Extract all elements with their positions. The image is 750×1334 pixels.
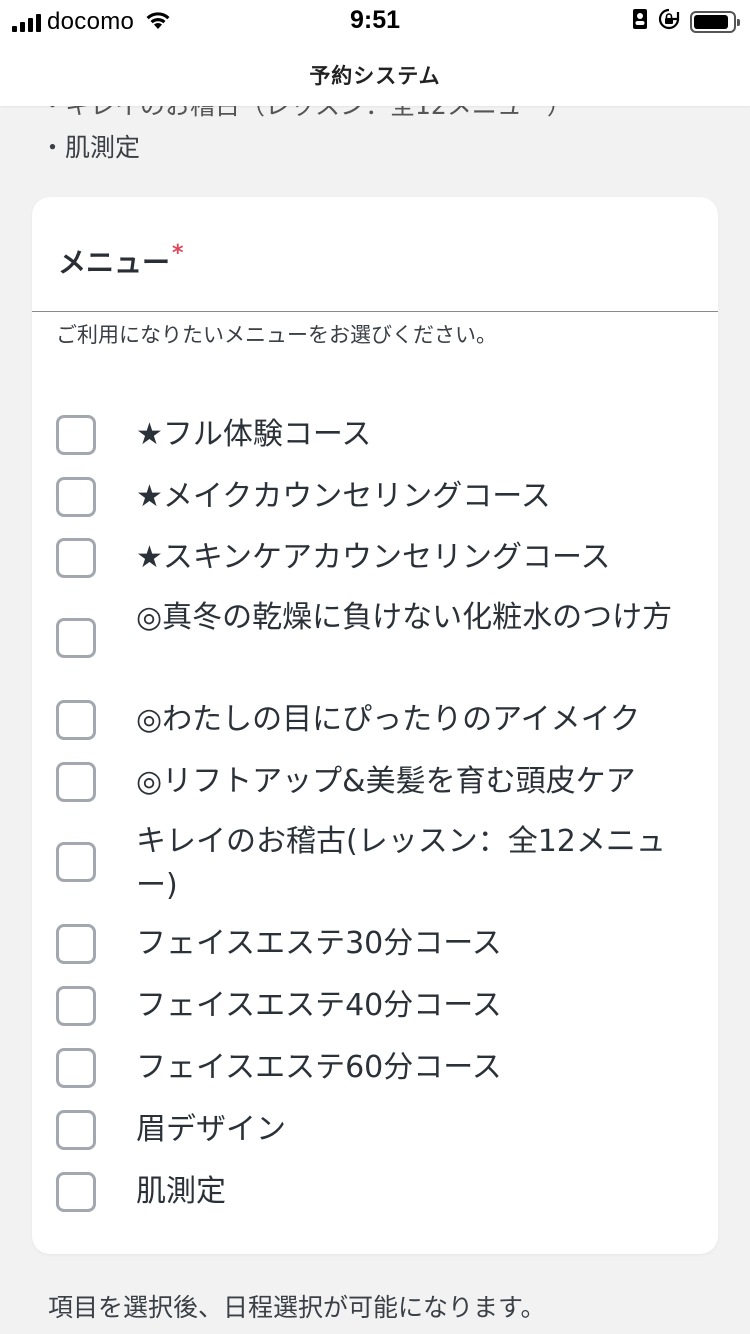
checkbox[interactable] [56, 477, 96, 517]
menu-option-label: ★フル体験コース [136, 417, 372, 452]
checkbox[interactable] [56, 415, 96, 455]
status-right [632, 8, 740, 35]
menu-option[interactable]: キレイのお稽古(レッスン：全12メニュー) [32, 824, 718, 903]
menu-option-label: ◎リフトアップ&美髪を育む頭皮ケア [136, 764, 636, 799]
menu-option-label: 眉デザイン [136, 1112, 286, 1147]
menu-option[interactable]: フェイスエステ60分コース [32, 1048, 718, 1088]
menu-option-label: フェイスエステ40分コース [136, 988, 502, 1023]
menu-card: メニュー* ご利用になりたいメニューをお選びください。 ★フル体験コース ★メイ… [32, 197, 718, 1254]
checkbox[interactable] [56, 618, 96, 658]
menu-option[interactable]: フェイスエステ40分コース [32, 986, 718, 1026]
menu-option-label: ★メイクカウンセリングコース [136, 479, 551, 514]
menu-option[interactable]: ★フル体験コース [32, 415, 718, 455]
menu-option[interactable]: ★メイクカウンセリングコース [32, 477, 718, 517]
checkbox[interactable] [56, 924, 96, 964]
menu-option-label: ◎真冬の乾燥に負けない化粧水のつけ方 [136, 600, 673, 635]
menu-option[interactable]: ◎真冬の乾燥に負けない化粧水のつけ方 [32, 600, 718, 658]
status-bar: docomo 9:51 [0, 0, 750, 44]
menu-option-label: キレイのお稽古(レッスン：全12メニュー) [136, 824, 666, 903]
checkbox[interactable] [56, 762, 96, 802]
footer-note: 項目を選択後、日程選択が可能になります。 [48, 1293, 546, 1322]
checkbox[interactable] [56, 538, 96, 578]
required-mark: * [172, 241, 184, 266]
menu-option[interactable]: 眉デザイン [32, 1110, 718, 1150]
menu-option[interactable]: 肌測定 [32, 1172, 718, 1212]
divider [32, 311, 718, 312]
menu-option-label: ◎わたしの目にぴったりのアイメイク [136, 702, 641, 737]
menu-option-label: フェイスエステ60分コース [136, 1050, 502, 1085]
previous-list-item: ・肌測定 [40, 133, 141, 162]
menu-option[interactable]: ◎わたしの目にぴったりのアイメイク [32, 700, 718, 740]
menu-option-label: フェイスエステ30分コース [136, 926, 502, 961]
checkbox[interactable] [56, 1172, 96, 1212]
checkbox[interactable] [56, 1110, 96, 1150]
id-card-icon [632, 8, 648, 35]
menu-option[interactable]: フェイスエステ30分コース [32, 924, 718, 964]
checkbox[interactable] [56, 700, 96, 740]
checkbox[interactable] [56, 986, 96, 1026]
battery-icon [690, 10, 740, 33]
menu-description: ご利用になりたいメニューをお選びください。 [56, 323, 497, 347]
checkbox[interactable] [56, 842, 96, 882]
menu-title-text: メニュー [58, 246, 171, 279]
page-content: ・キレイのお稽古（レッスン：全12メニュー） ・肌測定 メニュー* ご利用になり… [0, 0, 750, 1334]
menu-card-title: メニュー* [58, 241, 184, 281]
page-title: 予約システム [309, 64, 441, 88]
rotation-lock-icon [658, 8, 680, 35]
menu-option-label: ★スキンケアカウンセリングコース [136, 540, 611, 575]
menu-option-label: 肌測定 [136, 1174, 226, 1209]
checkbox[interactable] [56, 1048, 96, 1088]
nav-bar: 予約システム [0, 44, 750, 106]
menu-option[interactable]: ★スキンケアカウンセリングコース [32, 538, 718, 578]
menu-option[interactable]: ◎リフトアップ&美髪を育む頭皮ケア [32, 762, 718, 802]
